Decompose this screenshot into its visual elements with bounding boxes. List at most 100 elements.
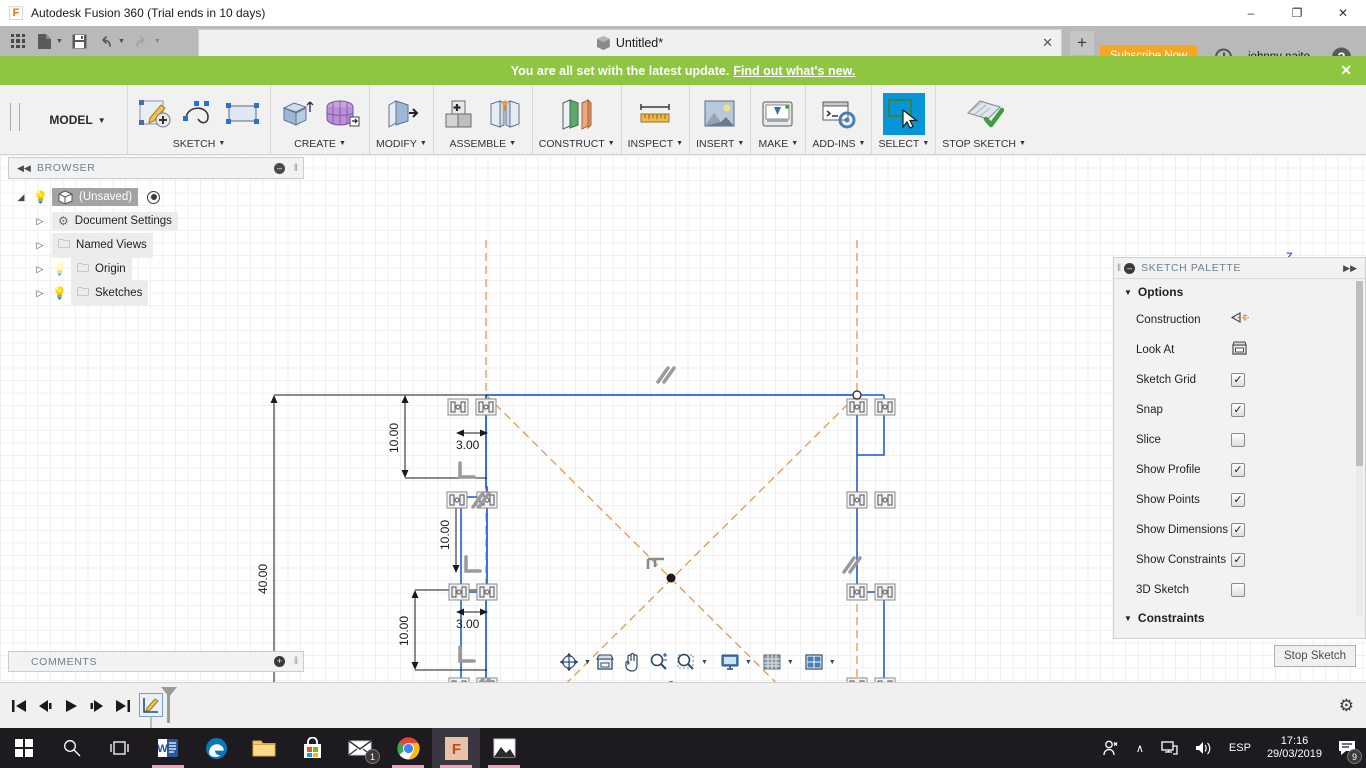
tree-node-box[interactable]: 🗀 Origin [71,256,132,282]
banner-close-icon[interactable]: ✕ [1340,62,1352,79]
fusion360-taskbar-icon[interactable]: F [432,728,480,768]
ribbon-group-label-inspect[interactable]: INSPECT ▼ [628,135,683,153]
construction-line-icon[interactable] [1230,310,1250,330]
palette-minimize-icon[interactable]: – [1124,262,1136,274]
file-explorer-taskbar-icon[interactable] [240,728,288,768]
timeline-feature-marker[interactable] [136,683,177,729]
pan-icon[interactable] [619,649,645,675]
redo-icon[interactable] [130,29,154,53]
tree-node-box[interactable]: 🗀 Named Views [52,232,153,258]
photos-taskbar-icon[interactable] [480,728,528,768]
task-view-icon[interactable] [96,728,144,768]
show-dimensions-checkbox[interactable]: ✓ [1231,523,1245,537]
palette-scrollbar[interactable] [1356,281,1363,616]
look-at-icon[interactable] [592,649,618,675]
timeline-go-to-beginning-button[interactable] [6,691,32,721]
measure-icon[interactable] [634,93,676,135]
activate-component-radio[interactable] [147,190,161,204]
ribbon-group-label-stop-sketch[interactable]: STOP SKETCH ▼ [942,135,1026,153]
orbit-icon[interactable] [556,649,582,675]
palette-option-snap[interactable]: Snap ✓ [1114,395,1365,425]
expand-arrow-icon[interactable]: ▷ [33,264,47,275]
maximize-button[interactable]: ❐ [1274,0,1320,26]
palette-option-show-points[interactable]: Show Points ✓ [1114,485,1365,515]
ribbon-group-label-create[interactable]: CREATE ▼ [294,135,346,153]
ribbon-group-label-select[interactable]: SELECT ▼ [878,135,929,153]
visibility-bulb-icon[interactable]: 💡 [52,286,67,300]
tree-item-named-views[interactable]: ▷ 🗀 Named Views [14,232,304,258]
display-settings-caret-icon[interactable]: ▼ [745,659,752,666]
ribbon-group-label-make[interactable]: MAKE ▼ [759,135,799,153]
select-window-icon[interactable] [882,93,925,135]
expand-arrow-icon[interactable]: ◢ [14,192,28,203]
banner-link[interactable]: Find out what's new. [733,64,855,78]
spline-icon[interactable] [178,93,220,135]
new-tab-button[interactable]: + [1070,31,1094,55]
show-points-checkbox[interactable]: ✓ [1231,493,1245,507]
revolve-icon[interactable] [321,93,363,135]
tree-item-origin[interactable]: ▷ 💡 🗀 Origin [14,256,304,282]
comments-grip-icon[interactable]: ‖ [294,656,298,667]
palette-section-constraints[interactable]: ▼ Constraints [1114,605,1365,631]
viewports-caret-icon[interactable]: ▼ [829,659,836,666]
ribbon-group-label-insert[interactable]: INSERT ▼ [696,135,744,153]
app-grid-icon[interactable] [6,29,30,53]
workspace-selector[interactable]: MODEL ▼ [28,85,128,155]
timeline-step-back-button[interactable] [32,691,58,721]
show-constraints-checkbox[interactable]: ✓ [1231,553,1245,567]
palette-section-options[interactable]: ▼ Options [1114,279,1365,305]
ribbon-group-label-construct[interactable]: CONSTRUCT ▼ [539,135,615,153]
timeline-step-forward-button[interactable] [84,691,110,721]
extrude-icon[interactable] [277,93,319,135]
ribbon-group-label-modify[interactable]: MODIFY ▼ [376,135,427,153]
ribbon-group-label-assemble[interactable]: ASSEMBLE ▼ [450,135,517,153]
chrome-taskbar-icon[interactable] [384,728,432,768]
rectangle-icon[interactable] [222,93,264,135]
search-icon[interactable] [48,728,96,768]
scripts-addins-icon[interactable] [818,93,860,135]
snap-checkbox[interactable]: ✓ [1231,403,1245,417]
close-window-button[interactable]: ✕ [1320,0,1366,26]
visibility-bulb-icon[interactable]: 💡 [33,190,48,204]
ribbon-group-label-sketch[interactable]: SKETCH ▼ [173,135,226,153]
redo-caret-icon[interactable]: ▼ [154,38,161,45]
mail-taskbar-icon[interactable]: 1 [336,728,384,768]
undo-caret-icon[interactable]: ▼ [118,38,125,45]
tree-item-sketches[interactable]: ▷ 💡 🗀 Sketches [14,280,304,306]
zoom-window-caret-icon[interactable]: ▼ [701,659,708,666]
palette-option-construction[interactable]: Construction [1114,305,1365,335]
ribbon-grip[interactable] [10,103,20,131]
palette-option-show-constraints[interactable]: Show Constraints ✓ [1114,545,1365,575]
3d-sketch-checkbox[interactable] [1231,583,1245,597]
browser-collapse-icon[interactable]: ◀◀ [17,163,31,174]
language-indicator[interactable]: ESP [1221,728,1259,768]
action-center-icon[interactable]: 9 [1330,728,1366,768]
timeline-play-button[interactable] [58,691,84,721]
timeline-go-to-end-button[interactable] [110,691,136,721]
save-icon[interactable] [68,29,92,53]
document-tab-close-icon[interactable]: ✕ [1042,35,1053,51]
expand-arrow-icon[interactable]: ▷ [33,240,47,251]
tree-node-box[interactable]: 🗀 Sketches [71,280,149,306]
orbit-caret-icon[interactable]: ▼ [584,659,591,666]
slice-checkbox[interactable] [1231,433,1245,447]
tree-node-box[interactable]: ⚙ Document Settings [52,212,178,230]
edge-taskbar-icon[interactable] [192,728,240,768]
ribbon-group-label-addins[interactable]: ADD-INS ▼ [812,135,865,153]
palette-grip-icon[interactable]: ‖ [1117,263,1121,274]
minimize-button[interactable]: – [1228,0,1274,26]
timeline-playhead[interactable] [161,686,177,723]
new-document-caret-icon[interactable]: ▼ [56,38,63,45]
tree-item-unsaved[interactable]: ◢ 💡 (Unsaved) [14,185,304,209]
3d-print-icon[interactable] [757,93,799,135]
palette-option-show-dimensions[interactable]: Show Dimensions ✓ [1114,515,1365,545]
comments-panel-header[interactable]: COMMENTS + ‖ [8,651,304,672]
new-document-icon[interactable] [32,29,56,53]
sketch-grid-checkbox[interactable]: ✓ [1231,373,1245,387]
palette-option-3d-sketch[interactable]: 3D Sketch [1114,575,1365,605]
look-at-icon[interactable] [1231,340,1248,361]
expand-arrow-icon[interactable]: ▷ [33,288,47,299]
word-taskbar-icon[interactable]: W [144,728,192,768]
taskbar-clock[interactable]: 17:16 29/03/2019 [1259,735,1330,761]
undo-icon[interactable] [94,29,118,53]
